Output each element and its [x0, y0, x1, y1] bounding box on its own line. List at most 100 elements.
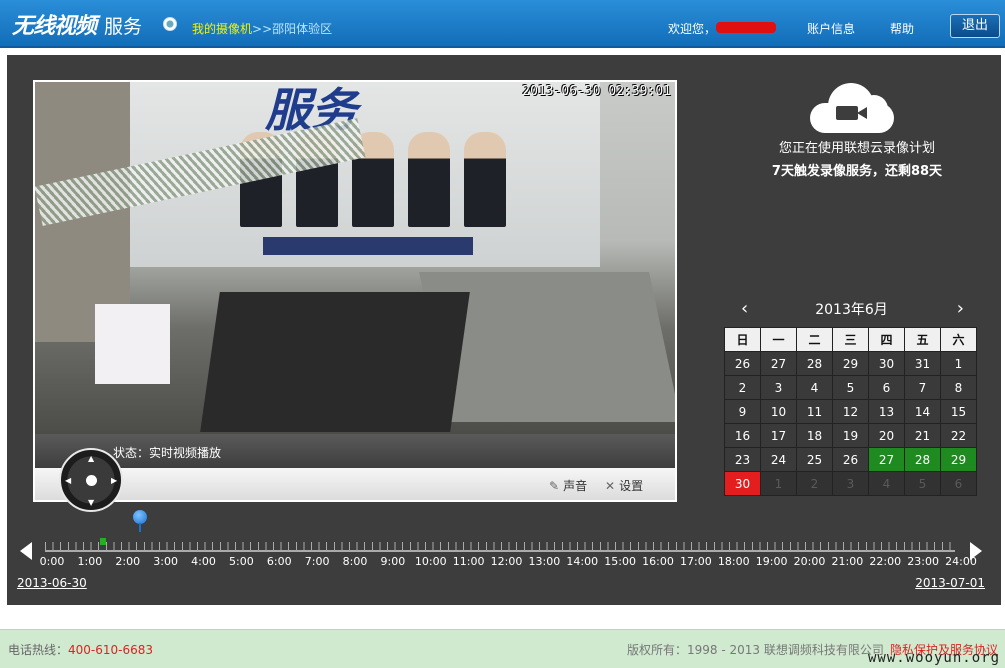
timeline-hour-label: 16:00	[642, 555, 674, 568]
calendar-day[interactable]: 11	[796, 399, 833, 424]
calendar-day[interactable]: 4	[868, 471, 905, 496]
weekday-header: 二	[796, 327, 833, 352]
hotline: 电话热线：400-610-6683	[8, 643, 154, 657]
calendar-day[interactable]: 12	[832, 399, 869, 424]
calendar-day[interactable]: 28	[796, 351, 833, 376]
timeline-record-marker[interactable]	[100, 538, 106, 545]
timeline-hour-label: 2:00	[115, 555, 141, 568]
calendar-day[interactable]: 27	[760, 351, 797, 376]
calendar-day[interactable]: 3	[760, 375, 797, 400]
ptz-center-button[interactable]	[86, 475, 97, 486]
settings-button[interactable]: ✕ 设置	[605, 477, 643, 494]
weekday-header: 六	[940, 327, 977, 352]
timeline-hour-label: 10:00	[414, 555, 447, 568]
calendar-day[interactable]: 1	[760, 471, 797, 496]
calendar-day[interactable]: 30	[868, 351, 905, 376]
live-video[interactable]: 服务 2013-06-30 02:39:01	[35, 82, 675, 434]
calendar-day[interactable]: 16	[724, 423, 761, 448]
calendar-day[interactable]: 5	[832, 375, 869, 400]
timeline-hour-label: 18:00	[717, 555, 750, 568]
timeline-ruler[interactable]	[45, 542, 955, 552]
calendar-day[interactable]: 31	[904, 351, 941, 376]
calendar-day[interactable]: 30	[724, 471, 761, 496]
timeline-end-date[interactable]: 2013-07-01	[915, 576, 985, 590]
calendar-day[interactable]: 15	[940, 399, 977, 424]
sound-button[interactable]: ✎ 声音	[549, 477, 587, 494]
arrow-down-icon[interactable]: ▼	[88, 499, 94, 507]
timeline-hour-label: 5:00	[229, 555, 254, 568]
logo: 无线视频	[12, 14, 97, 39]
calendar-day[interactable]: 29	[832, 351, 869, 376]
wrench-icon: ✕	[605, 479, 616, 493]
timeline-hour-label: 6:00	[266, 555, 292, 568]
cloud-camera-icon	[810, 81, 894, 135]
timeline-hour-label: 24:00	[945, 555, 977, 568]
weekday-header: 四	[868, 327, 905, 352]
top-bar: 无线视频 服务 我的摄像机>>邵阳体验区 欢迎您， 账户信息 帮助 退出	[0, 0, 1005, 48]
ptz-control[interactable]: ▲ ▼ ◀ ▶	[59, 448, 123, 512]
logout-button[interactable]: 退出	[950, 14, 1000, 38]
timeline-hour-label: 14:00	[566, 555, 599, 568]
calendar-day[interactable]: 6	[940, 471, 977, 496]
timeline-hour-label: 17:00	[680, 555, 712, 568]
account-info-link[interactable]: 账户信息	[807, 20, 855, 37]
calendar-day[interactable]: 21	[904, 423, 941, 448]
calendar-day[interactable]: 19	[832, 423, 869, 448]
timeline-hour-label: 7:00	[304, 555, 330, 568]
timeline-prev-arrow-icon[interactable]	[20, 542, 32, 560]
plan-description: 您正在使用联想云录像计划	[778, 141, 935, 156]
calendar-day[interactable]: 24	[760, 447, 797, 472]
video-control-bar: 状态：实时视频播放 ✎ 声音 ✕ 设置 ▲ ▼ ◀ ▶	[35, 434, 675, 512]
breadcrumb-location[interactable]: 邵阳体验区	[272, 22, 332, 36]
calendar-day[interactable]: 29	[940, 447, 977, 472]
calendar-day[interactable]: 26	[832, 447, 869, 472]
calendar-day[interactable]: 28	[904, 447, 941, 472]
next-month-icon[interactable]: ›	[957, 298, 964, 319]
main-panel: 服务 2013-06-30 02:39:01 状态：实时视频播放 ✎ 声音 ✕ 设置	[7, 55, 1001, 605]
calendar-day[interactable]: 7	[904, 375, 941, 400]
calendar-day[interactable]: 10	[760, 399, 797, 424]
timeline-hour-label: 20:00	[793, 555, 826, 568]
arrow-up-icon[interactable]: ▲	[88, 455, 94, 463]
calendar-day[interactable]: 17	[760, 423, 797, 448]
calendar-day[interactable]: 23	[724, 447, 761, 472]
calendar-day[interactable]: 18	[796, 423, 833, 448]
timeline-hour-label: 13:00	[528, 555, 561, 568]
playback-status: 状态：实时视频播放	[113, 446, 222, 460]
calendar-day[interactable]: 20	[868, 423, 905, 448]
calendar-day[interactable]: 3	[832, 471, 869, 496]
calendar-day[interactable]: 14	[904, 399, 941, 424]
arrow-left-icon[interactable]: ◀	[65, 477, 71, 485]
breadcrumb: 我的摄像机>>邵阳体验区	[192, 20, 332, 37]
timeline-hour-label: 0:00	[39, 555, 65, 568]
hotline-number: 400-610-6683	[68, 643, 154, 657]
breadcrumb-camera-link[interactable]: 我的摄像机	[192, 22, 252, 36]
timeline-start-date[interactable]: 2013-06-30	[17, 576, 87, 590]
timeline-hour-label: 3:00	[153, 555, 178, 568]
calendar-day[interactable]: 2	[724, 375, 761, 400]
footer: 电话热线：400-610-6683 版权所有：1998 - 2013 联想调频科…	[0, 629, 1005, 668]
calendar-day[interactable]: 27	[868, 447, 905, 472]
timeline-hour-label: 1:00	[77, 555, 103, 568]
mute-icon: ✎	[549, 479, 560, 493]
calendar-day[interactable]: 25	[796, 447, 833, 472]
timeline-position-pin[interactable]	[133, 510, 147, 532]
calendar-day[interactable]: 8	[940, 375, 977, 400]
weekday-header: 五	[904, 327, 941, 352]
arrow-right-icon[interactable]: ▶	[111, 477, 117, 485]
help-link[interactable]: 帮助	[890, 20, 914, 37]
timeline-hour-label: 22:00	[869, 555, 902, 568]
calendar-day[interactable]: 1	[940, 351, 977, 376]
camera-icon	[163, 17, 177, 31]
plan-remaining: 7天触发录像服务，还剩88天	[771, 164, 943, 179]
calendar-day[interactable]: 4	[796, 375, 833, 400]
calendar-day[interactable]: 26	[724, 351, 761, 376]
video-player: 服务 2013-06-30 02:39:01 状态：实时视频播放 ✎ 声音 ✕ 设置	[33, 80, 677, 512]
calendar-day[interactable]: 22	[940, 423, 977, 448]
calendar-day[interactable]: 13	[868, 399, 905, 424]
calendar-day[interactable]: 6	[868, 375, 905, 400]
timeline-hour-label: 21:00	[831, 555, 864, 568]
calendar-day[interactable]: 5	[904, 471, 941, 496]
calendar-day[interactable]: 9	[724, 399, 761, 424]
calendar-day[interactable]: 2	[796, 471, 833, 496]
